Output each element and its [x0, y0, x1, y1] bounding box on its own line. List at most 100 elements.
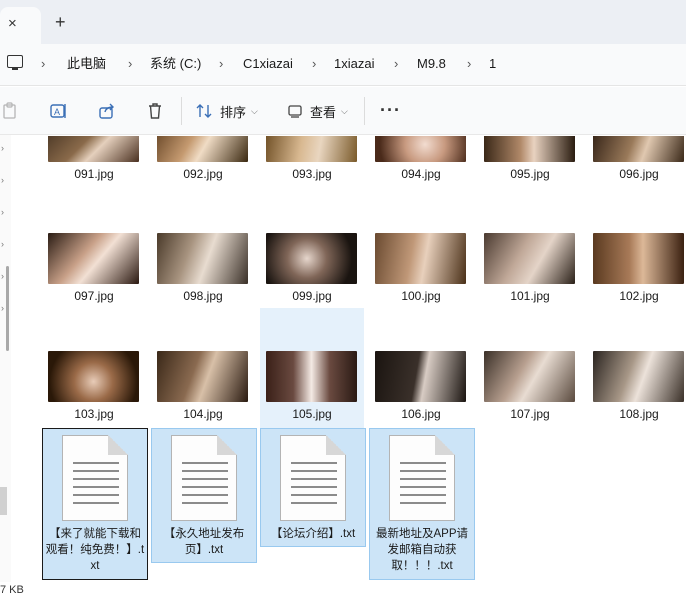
file-name: 095.jpg [510, 167, 550, 181]
file-name: 093.jpg [292, 167, 332, 181]
address-bar[interactable]: › 此电脑 › 系统 (C:) › C1xiazai › 1xiazai › M… [0, 44, 686, 86]
file-item[interactable]: 105.jpg [260, 308, 364, 430]
toolbar-divider [181, 97, 182, 125]
sort-icon [196, 104, 212, 118]
image-thumbnail [266, 136, 357, 162]
file-name: 092.jpg [183, 167, 223, 181]
image-thumbnail [266, 233, 357, 284]
new-tab-icon[interactable]: + [55, 13, 66, 31]
text-document-icon [389, 435, 455, 521]
image-thumbnail [593, 136, 684, 162]
text-file-item[interactable]: 【来了就能下载和观看！纯免费！】.txt [42, 428, 148, 580]
sort-label: 排序 [220, 104, 247, 120]
delete-button[interactable] [146, 87, 164, 135]
image-thumbnail [157, 136, 248, 162]
share-icon [99, 103, 114, 119]
file-name: 096.jpg [619, 167, 659, 181]
file-list[interactable]: 091.jpg 092.jpg 093.jpg 094.jpg 095.jpg … [11, 136, 686, 582]
image-thumbnail [484, 233, 575, 284]
file-item[interactable]: 098.jpg [151, 216, 255, 334]
file-item[interactable]: 108.jpg [587, 334, 686, 452]
file-name: 097.jpg [74, 289, 114, 303]
breadcrumb-c1xiazai[interactable]: C1xiazai [243, 56, 293, 72]
file-name: 【来了就能下载和观看！纯免费！】.txt [45, 528, 145, 572]
text-document-icon [171, 435, 237, 521]
file-name: 101.jpg [510, 289, 550, 303]
image-thumbnail [48, 351, 139, 402]
chevron-down-icon: ⌵ [341, 105, 348, 116]
file-name: 108.jpg [619, 407, 659, 421]
view-label: 查看 [310, 104, 337, 120]
file-name: 091.jpg [74, 167, 114, 181]
chevron-right-icon[interactable]: › [1, 303, 4, 313]
file-item[interactable]: 107.jpg [478, 334, 582, 452]
nav-scrollbar-track[interactable] [0, 487, 7, 515]
file-name: 102.jpg [619, 289, 659, 303]
view-icon [288, 105, 302, 118]
paste-button[interactable] [2, 87, 18, 135]
sort-button[interactable]: 排序 ⌵ [196, 87, 258, 135]
chevron-right-icon[interactable]: › [1, 207, 4, 217]
svg-text:A: A [54, 107, 60, 117]
chevron-right-icon[interactable]: › [41, 56, 45, 72]
image-thumbnail [375, 351, 466, 402]
chevron-right-icon[interactable]: › [1, 271, 4, 281]
image-thumbnail [266, 351, 357, 402]
breadcrumb-m9-8[interactable]: M9.8 [417, 56, 446, 72]
file-name: 107.jpg [510, 407, 550, 421]
chevron-right-icon[interactable]: › [312, 56, 316, 72]
image-thumbnail [593, 233, 684, 284]
file-name: 099.jpg [292, 289, 332, 303]
breadcrumb-1xiazai[interactable]: 1xiazai [334, 56, 374, 72]
breadcrumb-this-pc[interactable]: 此电脑 [67, 56, 106, 72]
computer-icon[interactable] [7, 55, 23, 70]
tab-bar: × + [0, 0, 686, 44]
image-thumbnail [375, 233, 466, 284]
breadcrumb-current-folder[interactable]: 1 [489, 56, 496, 72]
file-name: 103.jpg [74, 407, 114, 421]
chevron-right-icon[interactable]: › [394, 56, 398, 72]
chevron-right-icon[interactable]: › [1, 143, 4, 153]
chevron-down-icon: ⌵ [251, 105, 258, 116]
view-button[interactable]: 查看 ⌵ [288, 87, 348, 135]
chevron-right-icon[interactable]: › [1, 239, 4, 249]
file-name: 105.jpg [292, 407, 332, 421]
image-thumbnail [375, 136, 466, 162]
file-item[interactable]: 097.jpg [42, 216, 146, 334]
file-name: 【永久地址发布页】.txt [163, 528, 245, 556]
file-name: 094.jpg [401, 167, 441, 181]
image-thumbnail [157, 351, 248, 402]
nav-scrollbar[interactable] [6, 266, 9, 351]
file-name: 100.jpg [401, 289, 441, 303]
file-name: 098.jpg [183, 289, 223, 303]
share-button[interactable] [98, 87, 116, 135]
file-name: 最新地址及APP请发邮箱自动获取！！！.txt [375, 528, 468, 572]
file-item[interactable]: 101.jpg [478, 216, 582, 334]
rename-button[interactable]: A [50, 87, 68, 135]
chevron-right-icon[interactable]: › [219, 56, 223, 72]
image-thumbnail [157, 233, 248, 284]
file-item[interactable]: 100.jpg [369, 216, 473, 334]
chevron-right-icon[interactable]: › [467, 56, 471, 72]
breadcrumb-drive-c[interactable]: 系统 (C:) [150, 56, 201, 72]
text-file-item[interactable]: 【论坛介绍】.txt [260, 428, 366, 547]
selection-size: 7 KB [0, 584, 24, 596]
toolbar-divider [364, 97, 365, 125]
file-name: 【论坛介绍】.txt [270, 528, 356, 540]
image-thumbnail [593, 351, 684, 402]
image-thumbnail [484, 136, 575, 162]
text-file-item[interactable]: 【永久地址发布页】.txt [151, 428, 257, 563]
chevron-right-icon[interactable]: › [1, 175, 4, 185]
image-thumbnail [484, 351, 575, 402]
image-thumbnail [48, 136, 139, 162]
text-document-icon [62, 435, 128, 521]
image-thumbnail [48, 233, 139, 284]
navigation-pane[interactable]: › › › › › › [0, 135, 11, 582]
more-options-button[interactable]: ··· [380, 100, 401, 121]
status-bar: 7 KB [0, 582, 686, 599]
text-file-item[interactable]: 最新地址及APP请发邮箱自动获取！！！.txt [369, 428, 475, 580]
active-tab[interactable]: × [0, 7, 41, 44]
close-tab-icon[interactable]: × [8, 16, 17, 32]
file-item[interactable]: 102.jpg [587, 216, 686, 334]
chevron-right-icon[interactable]: › [128, 56, 132, 72]
